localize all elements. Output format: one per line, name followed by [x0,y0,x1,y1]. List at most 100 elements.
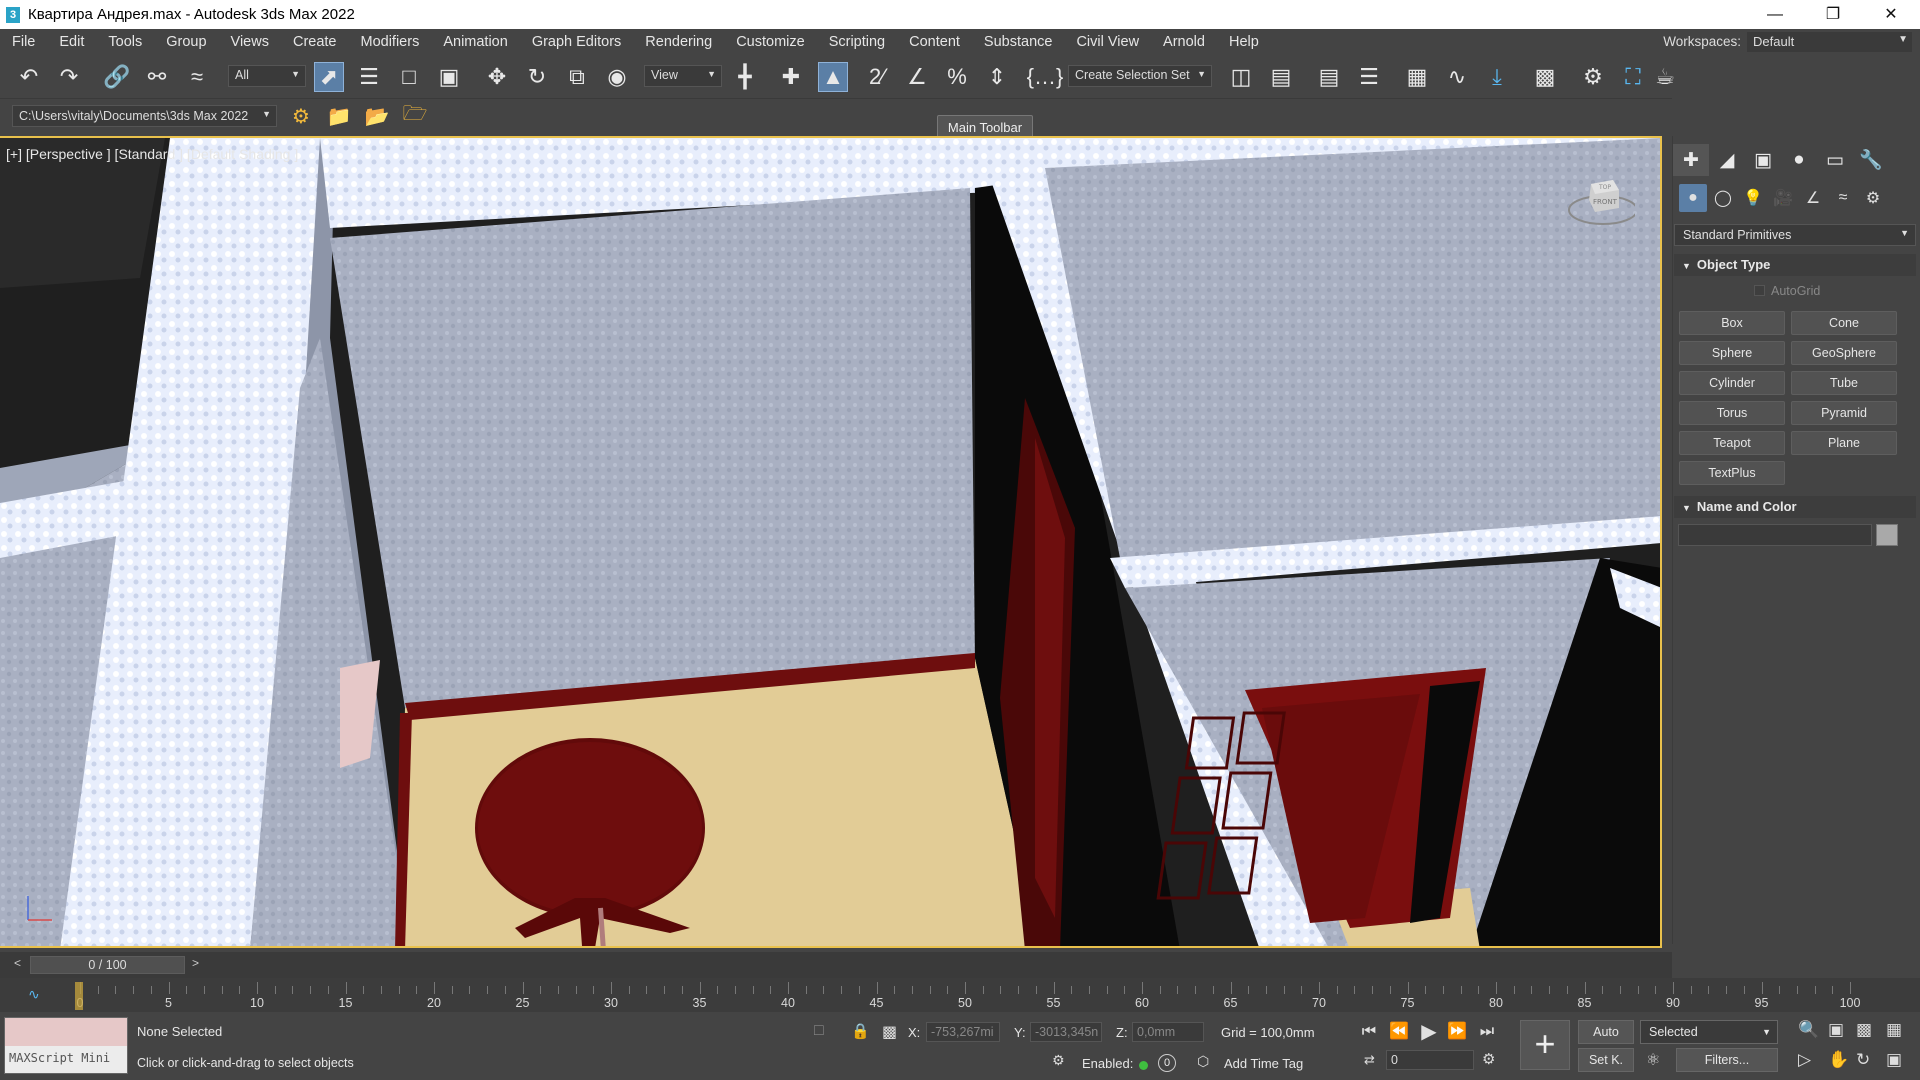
create-tab-icon[interactable]: ✚ [1673,144,1709,176]
menu-create[interactable]: Create [281,34,349,50]
pyramid-button[interactable]: Pyramid [1791,401,1897,425]
plane-button[interactable]: Plane [1791,431,1897,455]
material-editor-icon[interactable]: ▩ [1530,62,1560,92]
schematic-view-icon[interactable]: ⤓ [1482,62,1512,92]
maxscript-listener[interactable]: MAXScript Mini [4,1017,128,1074]
key-filter-dropdown[interactable]: Selected ▼ [1640,1020,1778,1044]
lights-icon[interactable]: 💡 [1739,184,1767,212]
playhead[interactable] [75,982,83,1010]
undo-icon[interactable]: ↶ [14,62,44,92]
scale-icon[interactable]: ⧉ [562,62,592,92]
place-icon[interactable]: ◉ [602,62,632,92]
select-object-icon[interactable]: ⬈ [314,62,344,92]
set-key-big-icon[interactable]: + [1520,1020,1570,1070]
project-settings-icon[interactable]: ⚙ [286,101,316,131]
textplus-button[interactable]: TextPlus [1679,461,1785,485]
set-key-button[interactable]: Set K. [1578,1048,1634,1072]
cylinder-button[interactable]: Cylinder [1679,371,1785,395]
y-coordinate-field[interactable]: -3013,345n [1030,1022,1102,1042]
utilities-tab-icon[interactable]: 🔧 [1853,144,1889,176]
rendered-frame-window-icon[interactable]: ⛶ [1618,62,1648,92]
select-manipulate-icon[interactable]: ✚ [776,62,806,92]
teapot-button[interactable]: Teapot [1679,431,1785,455]
curve-editor-mini-icon[interactable]: ∿ [28,986,40,1003]
render-production-icon[interactable]: ☕ [1655,62,1675,92]
project-folder-icon[interactable]: 📁 [324,101,354,131]
menu-content[interactable]: Content [897,34,972,50]
x-coordinate-field[interactable]: -753,267mi [926,1022,1000,1042]
layer-explorer-icon[interactable]: ☰ [1354,62,1384,92]
auto-key-button[interactable]: Auto [1578,1020,1634,1044]
rotate-icon[interactable]: ↻ [522,62,552,92]
orbit-icon[interactable]: ↻ [1856,1050,1870,1070]
key-mode-icon[interactable]: ⇄ [1364,1052,1375,1068]
menu-file[interactable]: File [0,34,47,50]
object-name-field[interactable] [1678,524,1872,546]
primitives-category-dropdown[interactable]: Standard Primitives ▼ [1674,224,1916,246]
minimize-icon[interactable]: — [1746,0,1804,29]
isolate-selection-icon[interactable]: □ [814,1022,824,1040]
systems-icon[interactable]: ⚙ [1859,184,1887,212]
autogrid-checkbox[interactable]: AutoGrid [1754,284,1820,298]
menu-arnold[interactable]: Arnold [1151,34,1217,50]
angle-snap-icon[interactable]: ∠ [902,62,932,92]
menu-group[interactable]: Group [154,34,218,50]
motion-tab-icon[interactable]: ● [1781,144,1817,176]
menu-modifiers[interactable]: Modifiers [349,34,432,50]
workspaces-dropdown[interactable]: Default ▼ [1747,31,1912,52]
sphere-button[interactable]: Sphere [1679,341,1785,365]
zoom-icon[interactable]: 🔍 [1798,1020,1819,1040]
zoom-extents-icon[interactable]: ▩ [1856,1020,1872,1040]
hierarchy-tab-icon[interactable]: ▣ [1745,144,1781,176]
project-open-icon[interactable]: 🗁 [400,101,430,131]
close-icon[interactable]: ✕ [1862,0,1920,29]
modify-tab-icon[interactable]: ◢ [1709,144,1745,176]
selection-filter-dropdown[interactable]: All ▼ [228,65,306,87]
field-of-view-icon[interactable]: ▷ [1798,1050,1811,1070]
reference-coordinate-dropdown[interactable]: View ▼ [644,65,722,87]
time-slider-prev[interactable]: < [14,956,21,970]
torus-button[interactable]: Torus [1679,401,1785,425]
window-crossing-icon[interactable]: ▣ [434,62,464,92]
redo-icon[interactable]: ↷ [54,62,84,92]
shapes-icon[interactable]: ◯ [1709,184,1737,212]
key-mode-toggle-icon[interactable]: ⚛ [1646,1050,1660,1070]
named-selection-dropdown[interactable]: Create Selection Set ▼ [1068,65,1212,87]
move-icon[interactable]: ✥ [482,62,512,92]
menu-scripting[interactable]: Scripting [817,34,897,50]
maximize-viewport-icon[interactable]: ▣ [1886,1050,1902,1070]
edit-named-selection-icon[interactable]: {…} [1027,62,1064,92]
menu-tools[interactable]: Tools [96,34,154,50]
zoom-all-icon[interactable]: ▣ [1828,1020,1844,1040]
menu-rendering[interactable]: Rendering [633,34,724,50]
menu-customize[interactable]: Customize [724,34,817,50]
rectangular-selection-icon[interactable]: □ [394,62,424,92]
geometry-icon[interactable]: ● [1679,184,1707,212]
zoom-extents-all-icon[interactable]: ▦ [1886,1020,1902,1040]
time-tag-icon[interactable]: 0 [1158,1054,1176,1072]
perspective-viewport[interactable]: [+] [Perspective ] [Standard ] [Default … [0,136,1662,948]
selection-lock-icon[interactable]: 🔒 [851,1022,870,1040]
menu-views[interactable]: Views [219,34,281,50]
link-icon[interactable]: 🔗 [102,62,132,92]
helpers-icon[interactable]: ∠ [1799,184,1827,212]
name-and-color-rollout[interactable]: ▼ Name and Color [1674,496,1916,518]
time-tag-diamond-icon[interactable]: ⬡ [1197,1053,1209,1070]
time-slider-thumb[interactable]: 0 / 100 [30,956,185,974]
render-setup-icon[interactable]: ⚙ [1578,62,1608,92]
snaps-toggle-icon[interactable]: 2⁄ [862,62,892,92]
cone-button[interactable]: Cone [1791,311,1897,335]
object-type-rollout[interactable]: ▼ Object Type [1674,254,1916,276]
project-path-dropdown[interactable]: C:\Users\vitaly\Documents\3ds Max 2022 ▼ [12,105,277,127]
tube-button[interactable]: Tube [1791,371,1897,395]
time-configuration-icon[interactable]: ⚙ [1482,1050,1495,1068]
play-icon[interactable]: ▶ [1416,1020,1442,1044]
next-frame-icon[interactable]: ⏩ [1444,1020,1470,1044]
menu-help[interactable]: Help [1217,34,1271,50]
current-frame-field[interactable]: 0 [1386,1050,1474,1070]
restore-icon[interactable]: ❐ [1804,0,1862,29]
menu-civil-view[interactable]: Civil View [1064,34,1151,50]
scene-explorer-icon[interactable]: ▤ [1314,62,1344,92]
display-tab-icon[interactable]: ▭ [1817,144,1853,176]
spacewarps-icon[interactable]: ≈ [1829,184,1857,212]
